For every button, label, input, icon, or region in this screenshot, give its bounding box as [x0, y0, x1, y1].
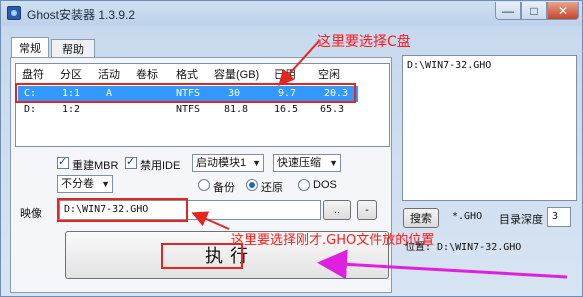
arrow-to-image-path	[191, 211, 230, 230]
annotation-select-gho: 这里要选择刚才.GHO文件放的位置	[231, 233, 435, 248]
annotation-arrows	[191, 40, 568, 280]
arrow-to-partition	[278, 40, 320, 86]
arrow-to-execute	[317, 249, 568, 280]
annotation-select-c: 这里要选择C盘	[317, 34, 411, 50]
app-window: Ghost安装器 1.3.9.2 — □ ✕ 常规 帮助 盘符 分区 活动 卷标…	[0, 0, 583, 297]
